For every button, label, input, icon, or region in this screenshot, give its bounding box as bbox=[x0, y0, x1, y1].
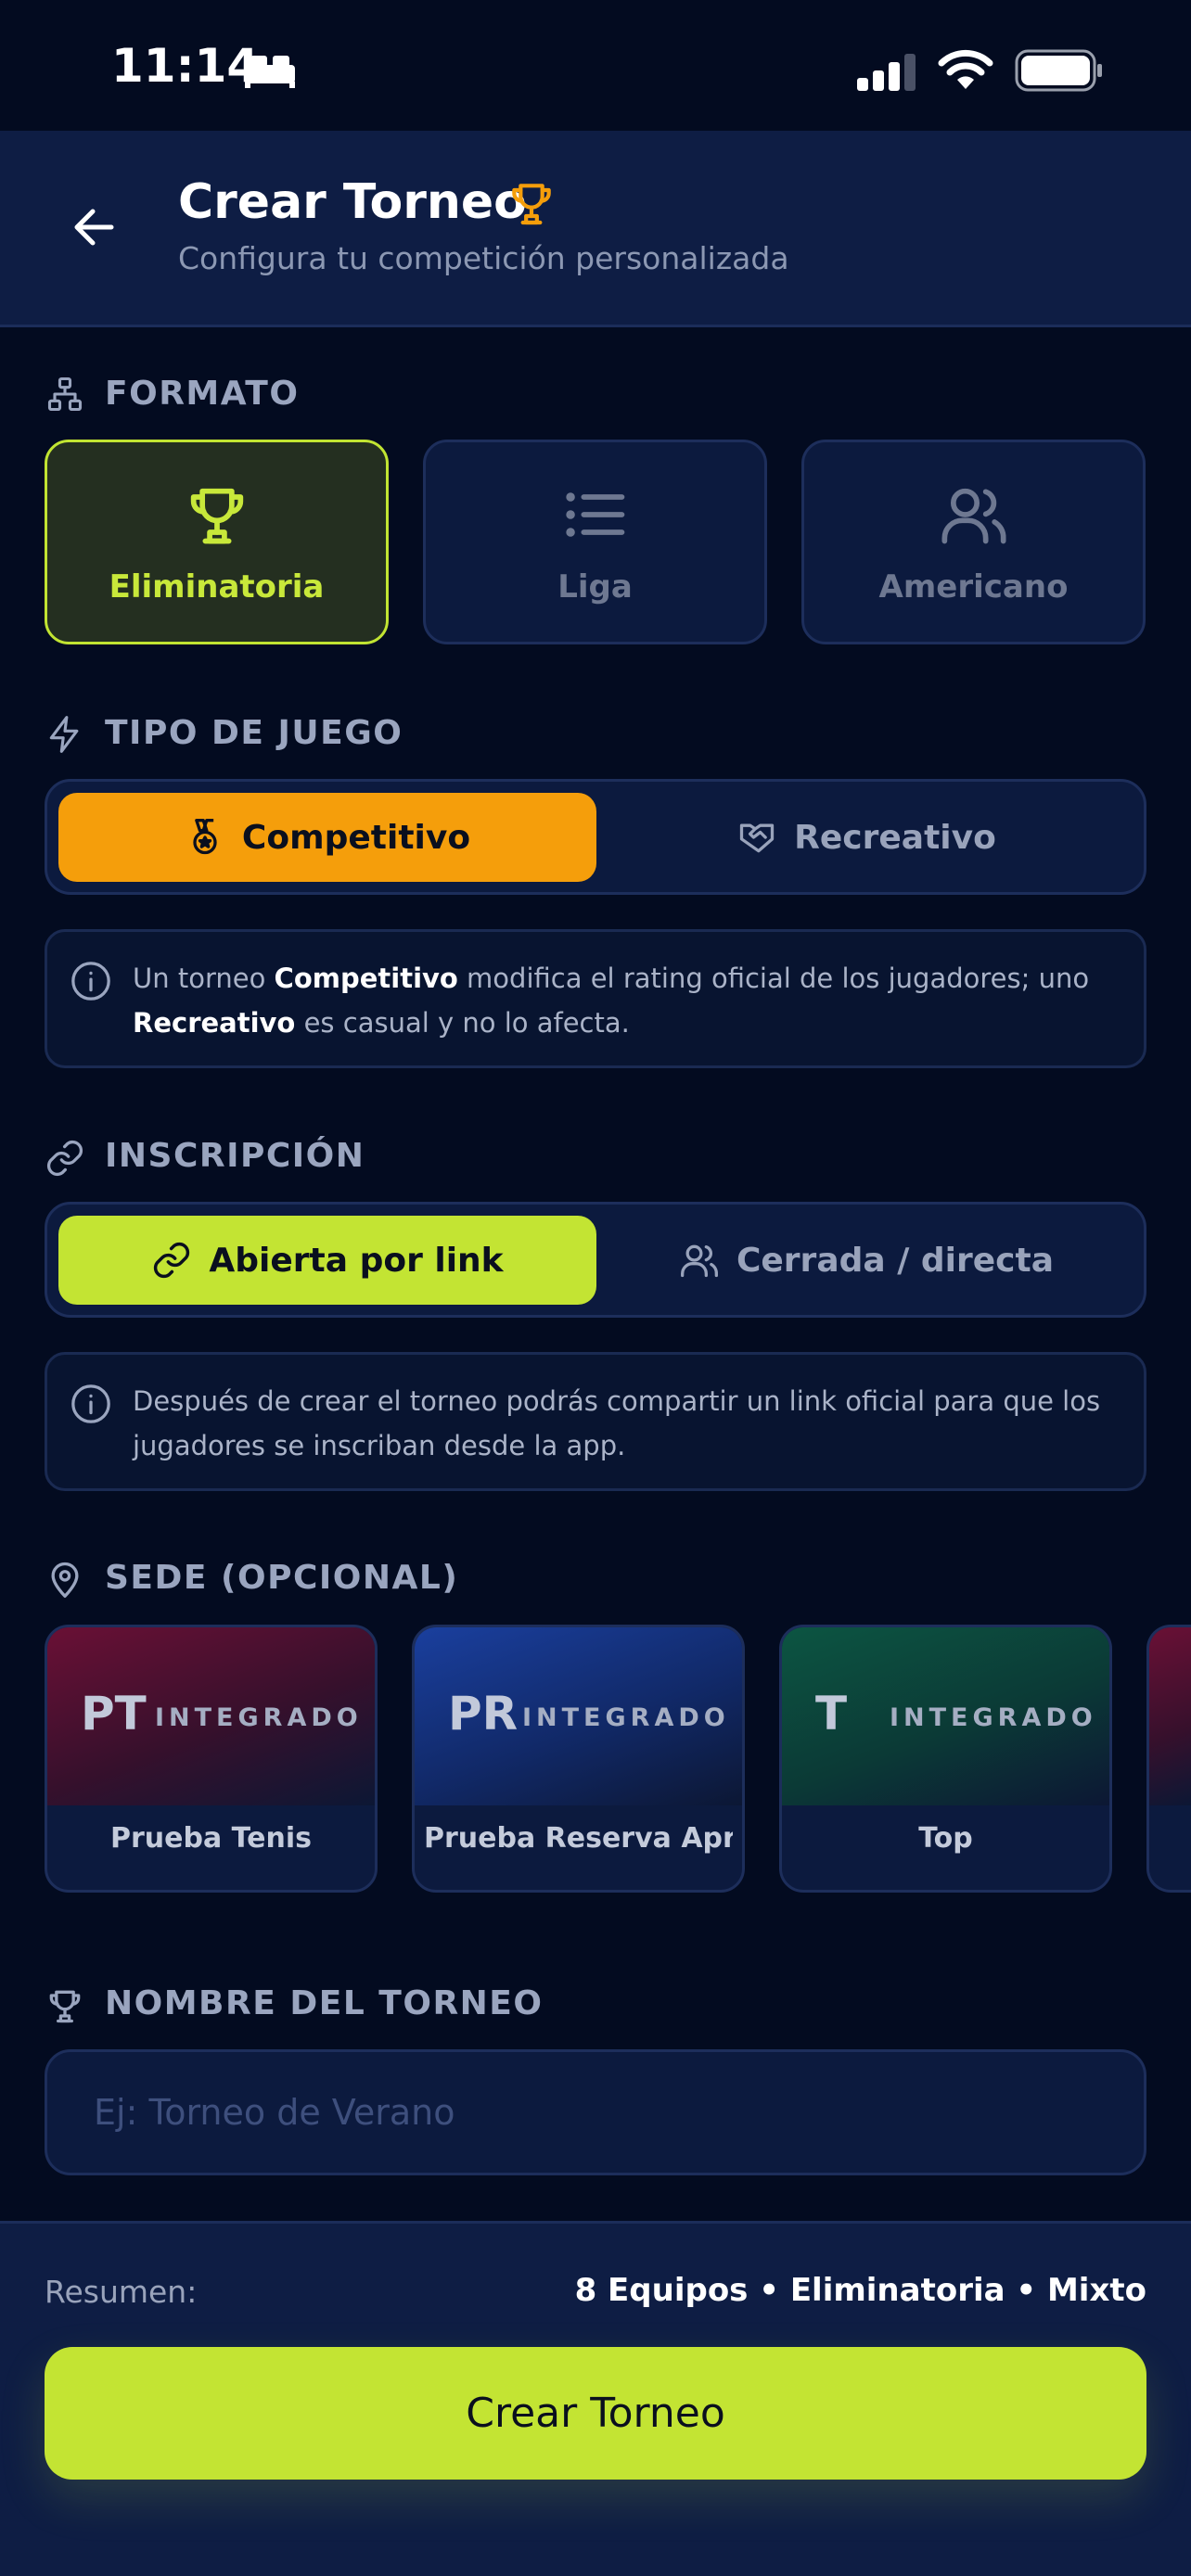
list-icon bbox=[565, 492, 624, 537]
section-label-venue: SEDE (OPCIONAL) bbox=[105, 1559, 459, 1597]
back-arrow-icon[interactable] bbox=[67, 199, 122, 255]
page-title: Crear Torneo bbox=[178, 174, 527, 230]
game-type-info-text: Un torneo Competitivo modifica el rating… bbox=[133, 963, 1090, 1039]
venue-initials: PT bbox=[81, 1687, 147, 1741]
section-label-game-type: TIPO DE JUEGO bbox=[105, 714, 403, 752]
info-icon bbox=[71, 962, 110, 1001]
registration-open-link[interactable]: Abierta por link bbox=[58, 1216, 596, 1305]
venue-card-partial[interactable] bbox=[1146, 1625, 1191, 1893]
handshake-icon bbox=[740, 823, 775, 853]
trophy-icon bbox=[49, 1990, 81, 2023]
venue-name: Top bbox=[918, 1822, 973, 1855]
link-icon bbox=[47, 1141, 83, 1176]
venue-card[interactable]: PT INTEGRADO Prueba Tenis bbox=[45, 1625, 378, 1893]
venue-initials: PR bbox=[448, 1687, 519, 1741]
venue-initials: T bbox=[815, 1687, 848, 1741]
create-tournament-button[interactable]: Crear Torneo bbox=[45, 2347, 1146, 2480]
battery-icon bbox=[1015, 49, 1102, 92]
trophy-icon bbox=[512, 184, 551, 225]
users-icon bbox=[680, 1244, 718, 1278]
format-option-label: Americano bbox=[878, 568, 1069, 606]
venue-card[interactable]: T INTEGRADO Top bbox=[779, 1625, 1112, 1893]
game-type-competitivo[interactable]: Competitivo bbox=[58, 793, 596, 882]
registration-info-box: Después de crear el torneo podrás compar… bbox=[45, 1352, 1146, 1491]
registration-label: Abierta por link bbox=[209, 1241, 504, 1280]
summary-label: Resumen: bbox=[45, 2274, 198, 2310]
trophy-icon bbox=[190, 488, 243, 544]
venue-name: Prueba Tenis bbox=[110, 1822, 312, 1855]
page-subtitle: Configura tu competición personalizada bbox=[178, 240, 789, 276]
registration-toggle: Abierta por link Cerrada / directa bbox=[45, 1202, 1146, 1318]
cellular-signal-icon bbox=[857, 54, 916, 91]
users-icon bbox=[941, 488, 1006, 544]
network-icon bbox=[47, 376, 83, 412]
medal-icon bbox=[193, 819, 217, 855]
location-pin-icon bbox=[51, 1562, 79, 1598]
registration-closed-direct[interactable]: Cerrada / directa bbox=[597, 1216, 1135, 1305]
sleep-mode-icon bbox=[245, 56, 295, 88]
game-type-label: Recreativo bbox=[794, 818, 996, 857]
game-type-toggle: Competitivo Recreativo bbox=[45, 779, 1146, 895]
venue-tag: INTEGRADO bbox=[890, 1703, 1097, 1732]
section-label-tournament-name: NOMBRE DEL TORNEO bbox=[105, 1984, 544, 2022]
status-time: 11:14 bbox=[111, 39, 260, 93]
format-option-eliminatoria[interactable]: Eliminatoria bbox=[45, 440, 389, 644]
section-label-format: FORMATO bbox=[105, 375, 300, 413]
game-type-info-box: Un torneo Competitivo modifica el rating… bbox=[45, 929, 1146, 1068]
game-type-recreativo[interactable]: Recreativo bbox=[597, 793, 1135, 882]
registration-label: Cerrada / directa bbox=[736, 1241, 1055, 1280]
wifi-icon bbox=[938, 49, 993, 89]
venue-tag: INTEGRADO bbox=[155, 1703, 363, 1732]
format-option-liga[interactable]: Liga bbox=[423, 440, 767, 644]
format-option-americano[interactable]: Americano bbox=[801, 440, 1146, 644]
section-label-registration: INSCRIPCIÓN bbox=[105, 1137, 365, 1175]
registration-info-text: Después de crear el torneo podrás compar… bbox=[133, 1385, 1101, 1461]
venue-tag: INTEGRADO bbox=[522, 1703, 730, 1732]
venue-banner bbox=[1149, 1627, 1191, 1805]
format-option-label: Eliminatoria bbox=[109, 568, 325, 606]
lightning-icon bbox=[49, 716, 79, 753]
venue-card[interactable]: PR INTEGRADO Prueba Reserva Apr... bbox=[412, 1625, 745, 1893]
format-option-label: Liga bbox=[557, 568, 633, 606]
summary-value: 8 Equipos • Eliminatoria • Mixto bbox=[574, 2272, 1146, 2309]
game-type-label: Competitivo bbox=[241, 818, 471, 857]
info-icon bbox=[71, 1384, 110, 1423]
tournament-name-input[interactable] bbox=[45, 2049, 1146, 2175]
venue-name: Prueba Reserva Apr... bbox=[424, 1822, 733, 1855]
link-icon bbox=[154, 1242, 190, 1279]
